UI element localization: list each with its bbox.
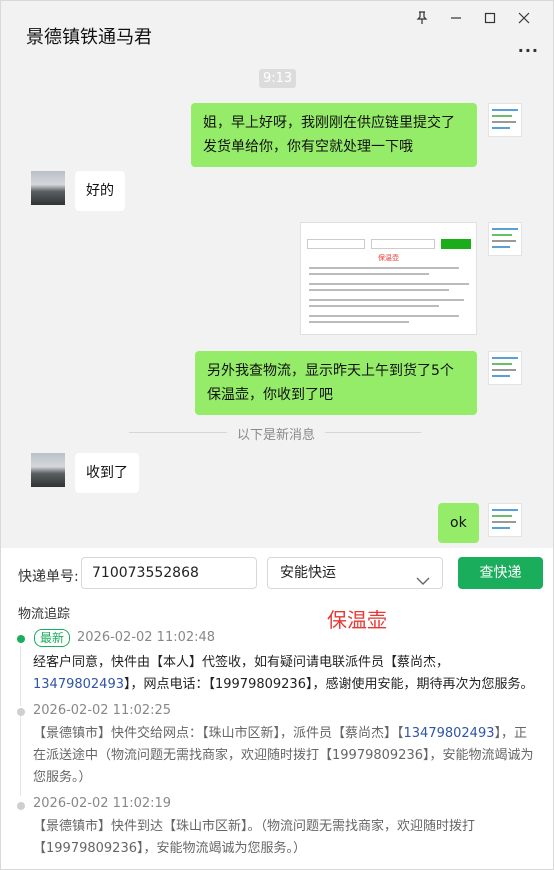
timeline-dot — [17, 708, 25, 716]
window-controls — [405, 7, 541, 29]
phone-link[interactable]: 13479802493 — [404, 726, 495, 741]
event-description: 经客户同意，快件由【本人】代签收，如有疑问请电联派件员【蔡尚杰，13479802… — [33, 655, 534, 692]
chat-window: 景德镇铁通马君 ... 9:13 姐，早上好呀，我刚刚在供应链里提交了发货单给你… — [0, 0, 554, 870]
minimize-icon[interactable] — [439, 7, 473, 29]
section-title: 物流追踪 — [18, 607, 71, 622]
message-bubble[interactable]: 好的 — [75, 171, 125, 211]
my-avatar[interactable] — [488, 222, 522, 256]
courier-select[interactable]: 安能快运 — [267, 557, 443, 589]
timeline-line — [20, 716, 21, 796]
query-button[interactable]: 查快递 — [458, 557, 543, 589]
image-message[interactable]: 保温壶 — [300, 222, 477, 335]
my-avatar[interactable] — [488, 351, 522, 385]
event-description: 【景德镇市】快件到达【珠山市区新】。（物流问题无需找商家，欢迎随时拨打【1997… — [33, 819, 476, 856]
pin-icon[interactable] — [405, 7, 439, 29]
maximize-icon[interactable] — [473, 7, 507, 29]
more-options-icon[interactable]: ... — [518, 37, 539, 56]
my-avatar[interactable] — [488, 103, 522, 137]
courier-selected: 安能快运 — [280, 565, 336, 581]
my-avatar[interactable] — [488, 503, 522, 537]
timeline-line — [20, 646, 21, 706]
tracking-number-input[interactable]: 710073552868 — [81, 557, 257, 589]
message-bubble[interactable]: 收到了 — [75, 453, 139, 493]
tracking-number-label: 快递单号: — [18, 569, 79, 585]
event-time: 2026-02-02 11:02:19 — [33, 796, 172, 811]
event-time: 2026-02-02 11:02:48 — [77, 630, 216, 645]
timeline-dot — [17, 802, 25, 810]
close-icon[interactable] — [507, 7, 541, 29]
title-bar: 景德镇铁通马君 ... — [1, 1, 553, 63]
contact-avatar[interactable] — [31, 453, 65, 487]
message-bubble[interactable]: 姐，早上好呀，我刚刚在供应链里提交了发货单给你，你有空就处理一下哦 — [191, 103, 477, 167]
chat-title: 景德镇铁通马君 — [26, 27, 152, 48]
tracking-panel: 快递单号: 710073552868 安能快运 查快递 物流追踪 保温壶 最新 … — [1, 548, 553, 869]
event-time: 2026-02-02 11:02:25 — [33, 703, 172, 718]
image-caption: 保温壶 — [378, 254, 399, 262]
annotation-label: 保温壶 — [327, 608, 387, 632]
event-description: 【景德镇市】快件交给网点：【珠山市区新】，派件员【蔡尚杰】【1347980249… — [33, 726, 534, 785]
chevron-down-icon — [416, 567, 430, 597]
phone-link[interactable]: 13479802493 — [33, 677, 124, 692]
message-bubble[interactable]: 另外我查物流，显示昨天上午到货了5个保温壶，你收到了吧 — [195, 351, 477, 415]
latest-badge: 最新 — [34, 629, 71, 647]
timeline-dot-latest — [17, 635, 25, 643]
chat-messages[interactable]: 9:13 姐，早上好呀，我刚刚在供应链里提交了发货单给你，你有空就处理一下哦 好… — [1, 63, 553, 548]
new-messages-label: 以下是新消息 — [227, 424, 326, 443]
message-bubble[interactable]: ok — [438, 503, 479, 543]
contact-avatar[interactable] — [31, 171, 65, 205]
message-time: 9:13 — [259, 69, 297, 88]
